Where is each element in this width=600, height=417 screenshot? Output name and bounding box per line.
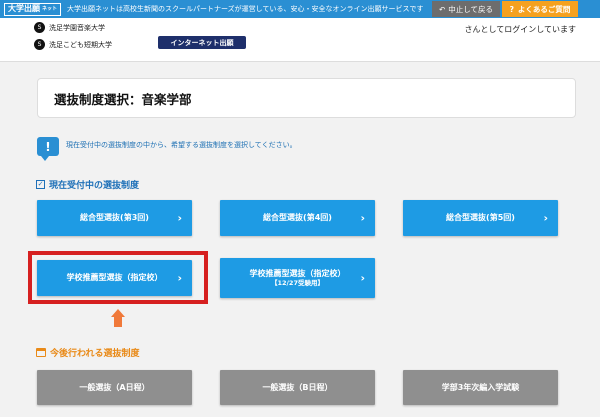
logo-sub-text: ネット bbox=[42, 5, 58, 12]
school-name-junior: S 洗足こども短期大学 bbox=[34, 39, 112, 50]
page-title: 選抜制度選択：音楽学部 bbox=[37, 78, 576, 118]
cancel-back-button[interactable]: ↶ 中止して戻る bbox=[432, 1, 500, 17]
login-status: さんとしてログインしています bbox=[464, 25, 576, 34]
chevron-right-icon: › bbox=[543, 211, 548, 225]
school-name-label: 洗足学園音楽大学 bbox=[49, 23, 105, 32]
faq-button[interactable]: ? よくあるご質問 bbox=[502, 1, 578, 17]
internet-application-badge: インターネット出願 bbox=[158, 36, 246, 49]
chevron-right-icon: › bbox=[360, 211, 365, 225]
page-header: S 洗足学園音楽大学 S 洗足こども短期大学 インターネット出願 さんとしてログ… bbox=[0, 18, 600, 62]
button-label: 学校推薦型選抜（指定校） bbox=[249, 268, 346, 278]
future-button-transfer: 学部3年次編入学試験 bbox=[403, 370, 558, 405]
highlight-box bbox=[28, 251, 208, 304]
school-name-music: S 洗足学園音楽大学 bbox=[34, 22, 105, 33]
button-label: 総合型選抜(第3回) bbox=[80, 213, 149, 222]
future-section-label: 今後行われる選抜制度 bbox=[50, 349, 140, 359]
button-label: 一般選抜（A日程） bbox=[79, 382, 150, 392]
button-label-group: 学校推薦型選抜（指定校） 【12/27受験用】 bbox=[250, 269, 346, 287]
question-icon: ? bbox=[509, 4, 514, 14]
button-label: 総合型選抜(第5回) bbox=[446, 213, 515, 222]
select-button-sogo-4[interactable]: 総合型選抜(第4回) › bbox=[220, 200, 375, 236]
back-button-label: 中止して戻る bbox=[448, 4, 494, 14]
exclamation-icon: ! bbox=[37, 137, 59, 161]
notice-text: 現在受付中の選抜制度の中から、希望する選抜制度を選択してください。 bbox=[66, 141, 297, 149]
school-name-label: 洗足こども短期大学 bbox=[49, 40, 112, 49]
future-button-general-b: 一般選抜（B日程） bbox=[220, 370, 375, 405]
current-section-label: 現在受付中の選抜制度 bbox=[49, 181, 140, 191]
top-bar: 大学出願 ネット 大学出願ネットは高校生新聞のスクールパートナーズが運営している… bbox=[0, 0, 600, 18]
chevron-right-icon: › bbox=[177, 211, 182, 225]
future-section-heading: 今後行われる選抜制度 bbox=[36, 346, 140, 359]
calendar-icon bbox=[36, 348, 46, 357]
school-mark-icon: S bbox=[34, 22, 45, 33]
site-description: 大学出願ネットは高校生新聞のスクールパートナーズが運営している、安心・安全なオン… bbox=[67, 5, 424, 13]
current-section-heading: ✓ 現在受付中の選抜制度 bbox=[36, 178, 139, 191]
button-label: 総合型選抜(第4回) bbox=[263, 213, 332, 222]
button-label: 一般選抜（B日程） bbox=[262, 382, 333, 392]
faq-button-label: よくあるご質問 bbox=[517, 4, 571, 14]
button-sub-label: 【12/27受験用】 bbox=[271, 278, 324, 287]
select-button-school-recommendation-1227[interactable]: 学校推薦型選抜（指定校） 【12/27受験用】 › bbox=[220, 258, 375, 298]
checkbox-icon: ✓ bbox=[36, 180, 45, 189]
chevron-right-icon: › bbox=[360, 271, 365, 285]
select-button-sogo-5[interactable]: 総合型選抜(第5回) › bbox=[403, 200, 558, 236]
back-arrow-icon: ↶ bbox=[438, 4, 446, 14]
up-arrow-icon bbox=[111, 309, 125, 327]
school-mark-icon: S bbox=[34, 39, 45, 50]
logo-text: 大学出願 bbox=[8, 4, 40, 13]
future-button-general-a: 一般選抜（A日程） bbox=[37, 370, 192, 405]
site-logo[interactable]: 大学出願 ネット bbox=[4, 2, 62, 16]
button-label: 学部3年次編入学試験 bbox=[441, 382, 520, 392]
select-button-sogo-3[interactable]: 総合型選抜(第3回) › bbox=[37, 200, 192, 236]
